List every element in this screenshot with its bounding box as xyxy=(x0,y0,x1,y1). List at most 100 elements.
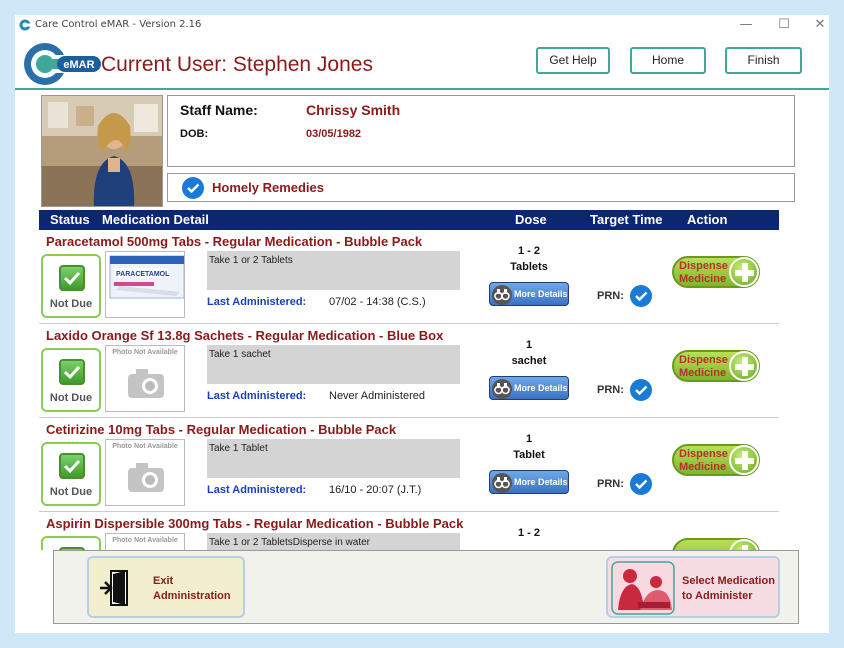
finish-button[interactable]: Finish xyxy=(725,47,802,74)
prn-check-icon[interactable] xyxy=(630,285,652,307)
medication-title: Laxido Orange Sf 13.8g Sachets - Regular… xyxy=(46,328,444,343)
close-button[interactable]: ✕ xyxy=(803,16,829,36)
dose: 1 - 2 Tablets xyxy=(499,243,559,275)
dispense-medicine-button[interactable]: Dispense Medicine xyxy=(672,256,760,288)
staff-name-value: Chrissy Smith xyxy=(306,102,401,118)
dose: 1 Tablet xyxy=(499,431,559,463)
more-details-label: More Details xyxy=(514,383,568,393)
dispense-label: Dispense Medicine xyxy=(679,354,728,379)
binoculars-icon xyxy=(492,379,512,399)
current-user-label: Current User: Stephen Jones xyxy=(101,53,373,76)
status-box[interactable] xyxy=(41,536,101,550)
get-help-button[interactable]: Get Help xyxy=(536,47,610,74)
col-target-time: Target Time xyxy=(590,212,663,227)
plus-icon xyxy=(729,351,759,381)
photo-not-available-label: Photo Not Available xyxy=(112,537,178,544)
last-administered-label: Last Administered: xyxy=(207,484,307,496)
exit-door-icon xyxy=(100,570,128,606)
status-text: Not Due xyxy=(49,298,93,310)
medication-image: Photo Not Available xyxy=(105,345,185,412)
photo-not-available-label: Photo Not Available xyxy=(112,443,178,450)
staff-name-label: Staff Name: xyxy=(180,102,258,118)
dob-value: 03/05/1982 xyxy=(306,128,362,140)
emar-logo: eMAR xyxy=(24,43,101,85)
photo-not-available-label: Photo Not Available xyxy=(112,349,178,356)
prn-label: PRN: xyxy=(597,478,624,490)
dispense-medicine-button[interactable]: Dispense Medicine xyxy=(672,444,760,476)
medication-image: PARACETAMOL xyxy=(105,251,185,318)
logo-text: eMAR xyxy=(63,59,94,71)
medication-list[interactable]: Paracetamol 500mg Tabs - Regular Medicat… xyxy=(39,230,779,550)
more-details-button[interactable]: More Details xyxy=(489,282,569,306)
status-text: Not Due xyxy=(49,392,93,404)
exit-administration-label: Exit Administration xyxy=(153,575,231,602)
instructions-field: Take 1 Tablet xyxy=(207,439,460,478)
prn-check-icon[interactable] xyxy=(630,379,652,401)
col-dose: Dose xyxy=(515,212,547,227)
medication-image: Photo Not Available xyxy=(105,533,185,550)
dose: 1 - 2 xyxy=(499,525,559,541)
col-action: Action xyxy=(687,212,728,227)
medication-row: Paracetamol 500mg Tabs - Regular Medicat… xyxy=(39,230,779,324)
dob-label: DOB: xyxy=(180,128,209,140)
instructions-field: Take 1 or 2 TabletsDisperse in water xyxy=(207,533,460,550)
plus-icon xyxy=(729,445,759,475)
dispense-medicine-button[interactable]: Dispense Medicine xyxy=(672,350,760,382)
plus-icon xyxy=(729,257,759,287)
binoculars-icon xyxy=(492,285,512,305)
dispense-label: Dispense Medicine xyxy=(679,260,728,285)
medication-row: Laxido Orange Sf 13.8g Sachets - Regular… xyxy=(39,324,779,418)
tick-icon xyxy=(59,359,85,385)
medication-title: Aspirin Dispersible 300mg Tabs - Regular… xyxy=(46,516,464,531)
medication-table-header: Status Medication Detail Dose Target Tim… xyxy=(39,210,779,230)
exit-administration-button[interactable]: Exit Administration xyxy=(87,556,245,618)
maximize-button[interactable]: ☐ xyxy=(767,16,801,36)
staff-photo xyxy=(41,95,163,207)
medication-row: Aspirin Dispersible 300mg Tabs - Regular… xyxy=(39,512,779,550)
footer-panel: Exit Administration Select Medication to… xyxy=(53,550,799,624)
binoculars-icon xyxy=(492,473,512,493)
instructions-field: Take 1 sachet xyxy=(207,345,460,384)
medication-title: Cetirizine 10mg Tabs - Regular Medicatio… xyxy=(46,422,397,437)
dose-quantity: 1 xyxy=(525,433,533,445)
staff-info-panel: Staff Name: Chrissy Smith DOB: 03/05/198… xyxy=(167,95,795,167)
col-status: Status xyxy=(50,212,90,227)
tick-icon xyxy=(59,453,85,479)
medication-row: Cetirizine 10mg Tabs - Regular Medicatio… xyxy=(39,418,779,512)
status-box[interactable]: Not Due xyxy=(41,254,101,318)
dispense-medicine-button[interactable] xyxy=(672,538,760,550)
more-details-label: More Details xyxy=(514,289,568,299)
more-details-button[interactable]: More Details xyxy=(489,376,569,400)
select-medication-label: Select Medication to Administer xyxy=(682,575,775,602)
header-divider xyxy=(15,88,829,90)
more-details-label: More Details xyxy=(514,477,568,487)
col-medication-detail: Medication Detail xyxy=(102,212,209,227)
home-button[interactable]: Home xyxy=(630,47,706,74)
select-medication-button[interactable]: Select Medication to Administer xyxy=(606,556,780,618)
homely-remedies-label: Homely Remedies xyxy=(212,180,324,195)
title-bar: Care Control eMAR - Version 2.16 — ☐ ✕ xyxy=(15,15,829,37)
prn-label: PRN: xyxy=(597,290,624,302)
dose-quantity: 1 xyxy=(525,339,533,351)
last-administered-value: 07/02 - 14:38 (C.S.) xyxy=(329,296,426,308)
status-box[interactable]: Not Due xyxy=(41,348,101,412)
dose-unit: Tablets xyxy=(510,261,548,273)
tick-icon xyxy=(59,265,85,291)
status-box[interactable]: Not Due xyxy=(41,442,101,506)
app-window: Care Control eMAR - Version 2.16 — ☐ ✕ e… xyxy=(15,15,829,633)
paracetamol-box-icon: PARACETAMOL xyxy=(109,255,184,299)
homely-remedies-row[interactable]: Homely Remedies xyxy=(167,173,795,202)
window-title: Care Control eMAR - Version 2.16 xyxy=(35,19,202,30)
prn-check-icon[interactable] xyxy=(630,473,652,495)
status-text: Not Due xyxy=(49,486,93,498)
more-details-button[interactable]: More Details xyxy=(489,470,569,494)
last-administered-value: 16/10 - 20:07 (J.T.) xyxy=(329,484,422,496)
nurse-patient-icon xyxy=(611,561,675,615)
app-icon xyxy=(19,19,31,31)
dose-quantity: 1 - 2 xyxy=(517,527,540,539)
dose: 1 sachet xyxy=(499,337,559,369)
minimize-button[interactable]: — xyxy=(729,16,763,36)
prn-label: PRN: xyxy=(597,384,624,396)
last-administered-label: Last Administered: xyxy=(207,390,307,402)
check-circle-icon[interactable] xyxy=(182,177,204,199)
